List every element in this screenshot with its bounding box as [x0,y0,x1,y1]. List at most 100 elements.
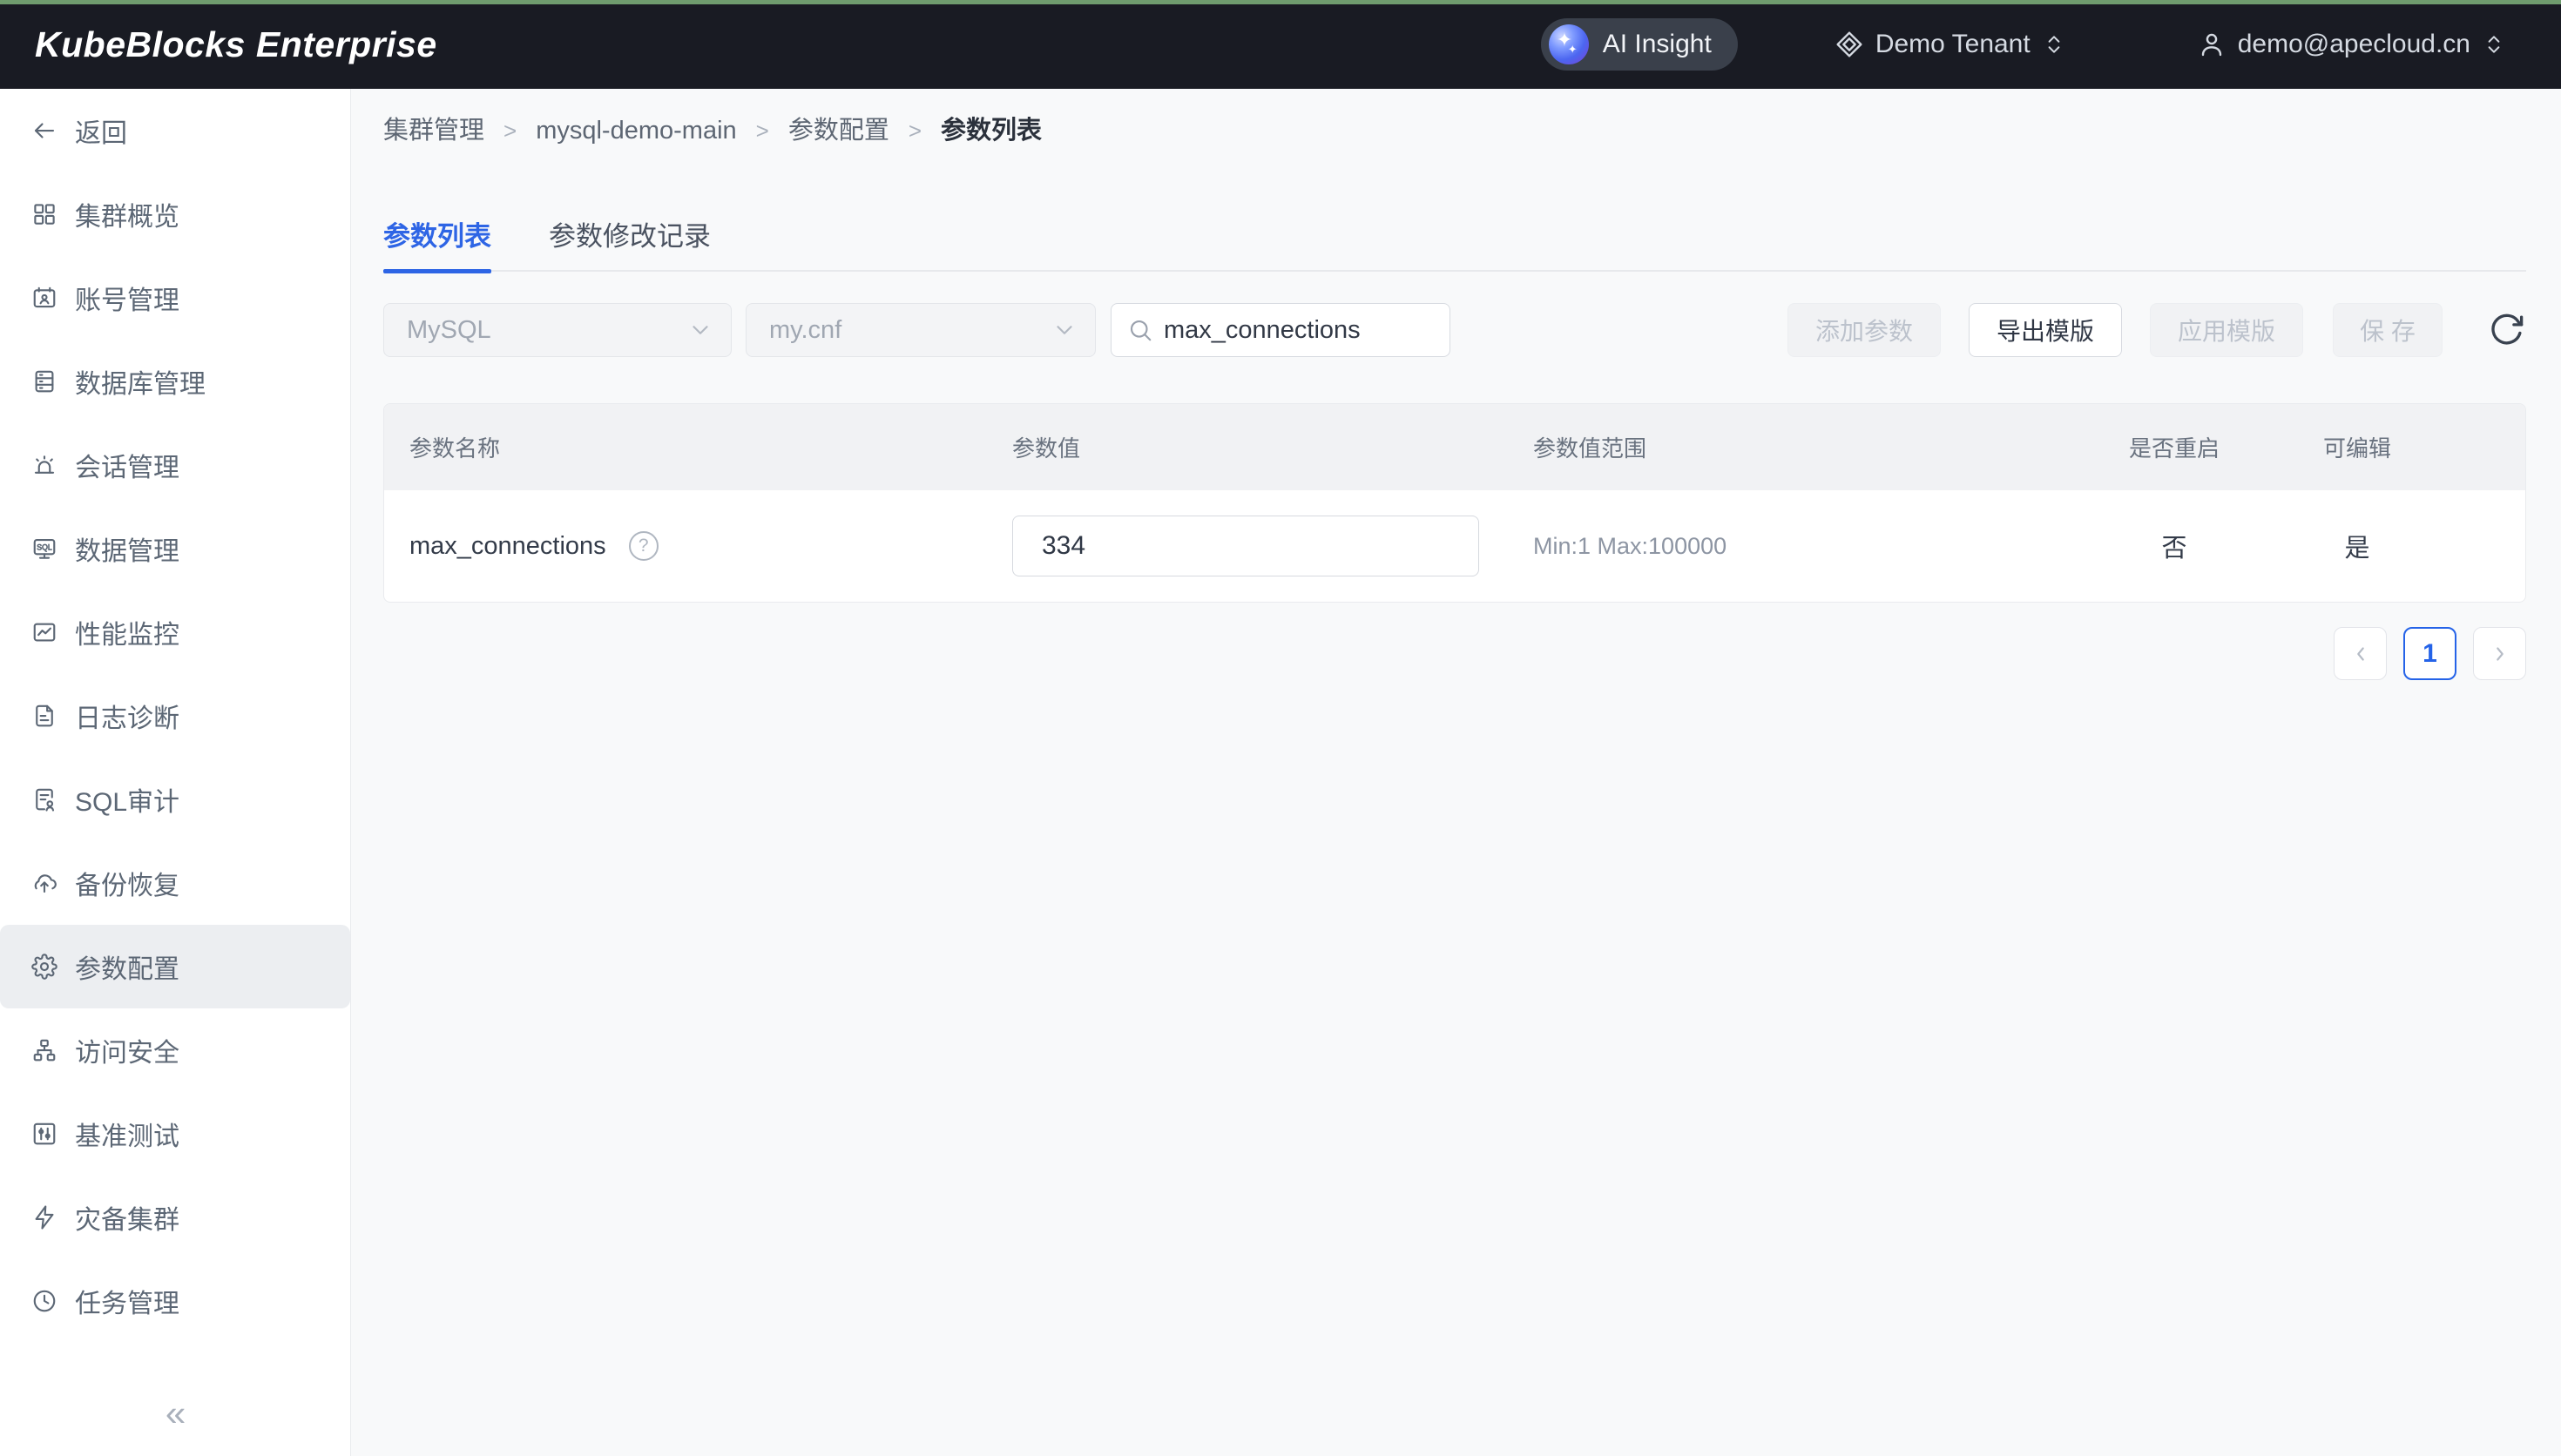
pagination: 1 [2317,627,2526,680]
sidebar-collapse-button[interactable]: « [0,1395,351,1432]
ai-globe-icon: ✦✦ [1549,24,1589,64]
refresh-icon [2489,312,2525,348]
parameter-value-input[interactable] [1012,516,1479,576]
sidebar-item-label: 基准测试 [75,1115,179,1153]
sidebar-item-label: 任务管理 [75,1282,179,1320]
sidebar-item-label: 日志诊断 [75,697,179,735]
sidebar-item-access-security[interactable]: 访问安全 [0,1008,350,1092]
config-file-select-value: my.cnf [769,316,1051,345]
sql-monitor-icon: SQL [31,536,57,562]
breadcrumb-separator: > [503,111,517,150]
sidebar-back-label: 返回 [75,111,127,150]
refresh-button[interactable] [2488,311,2526,349]
sidebar-item-label: 参数配置 [75,947,179,986]
alarm-icon [31,452,57,478]
gear-icon [31,954,57,980]
sliders-icon [31,1121,57,1147]
chevron-down-icon [1051,317,1078,343]
sidebar-item-parameter-config[interactable]: 参数配置 [0,925,350,1008]
grid-icon [31,201,57,227]
next-page-button[interactable] [2473,627,2526,680]
sidebar-item-task-mgmt[interactable]: 任务管理 [0,1259,350,1343]
table-header-row: 参数名称 参数值 参数值范围 是否重启 可编辑 [384,404,2525,490]
sidebar-item-cluster-overview[interactable]: 集群概览 [0,172,350,256]
sidebar-item-session-mgmt[interactable]: 会话管理 [0,423,350,507]
breadcrumb-parameter-list: 参数列表 [941,111,1042,150]
sidebar-item-backup-restore[interactable]: 备份恢复 [0,841,350,925]
sidebar-item-label: 数据管理 [75,529,179,568]
sidebar-item-performance-monitor[interactable]: 性能监控 [0,590,350,674]
tenant-diamond-icon [1835,30,1863,58]
sidebar-item-label: 访问安全 [75,1031,179,1069]
action-buttons: 添加参数 导出模版 应用模版 保 存 [1787,303,2526,357]
engine-select-value: MySQL [407,316,687,345]
export-template-button[interactable]: 导出模版 [1969,303,2122,357]
parameter-range: Min:1 Max:100000 [1533,533,1726,559]
chevron-up-down-icon [2483,31,2505,57]
apply-template-button[interactable]: 应用模版 [2150,303,2303,357]
tenant-switcher[interactable]: Demo Tenant [1835,30,2065,59]
sidebar-item-account-mgmt[interactable]: 账号管理 [0,256,350,340]
id-card-icon [31,285,57,311]
app-logo: KubeBlocks Enterprise [35,24,437,65]
sidebar-item-label: 性能监控 [75,613,179,651]
audit-doc-icon [31,786,57,812]
save-button[interactable]: 保 存 [2333,303,2443,357]
back-arrow-icon [31,118,57,144]
editable-value: 是 [2283,528,2431,564]
col-header-name: 参数名称 [384,431,994,463]
sidebar-item-database-mgmt[interactable]: 数据库管理 [0,340,350,423]
topbar: KubeBlocks Enterprise ✦✦ AI Insight Demo… [0,0,2561,89]
filter-toolbar: MySQL my.cnf 添加参数 导出模版 应用模版 保 存 [383,303,2526,357]
sidebar-back-button[interactable]: 返回 [0,89,350,172]
sidebar-item-benchmark[interactable]: 基准测试 [0,1092,350,1176]
sidebar-item-label: 数据库管理 [75,362,206,401]
col-header-editable: 可编辑 [2283,431,2431,463]
topbar-right: ✦✦ AI Insight Demo Tenant demo@apecloud.… [1541,18,2505,71]
lightning-icon [31,1204,57,1230]
parameter-table: 参数名称 参数值 参数值范围 是否重启 可编辑 max_connections … [383,403,2526,603]
prev-page-button[interactable] [2334,627,2387,680]
col-header-range: 参数值范围 [1517,431,2065,463]
col-header-value: 参数值 [994,431,1517,463]
sidebar-item-label: SQL审计 [75,780,179,819]
config-file-select[interactable]: my.cnf [746,303,1096,357]
breadcrumb-cluster-name[interactable]: mysql-demo-main [536,111,736,150]
chevron-left-icon [2349,643,2372,665]
tab-bar: 参数列表 参数修改记录 [383,209,2526,272]
parameter-name: max_connections [409,532,606,561]
user-menu[interactable]: demo@apecloud.cn [2198,30,2505,59]
breadcrumb-parameter-config[interactable]: 参数配置 [788,111,889,150]
sidebar-item-label: 集群概览 [75,195,179,233]
chevron-right-icon [2489,643,2511,665]
sidebar: 返回 集群概览 账号管理 数据库管理 会话管理 SQL 数据管理 [0,89,351,1456]
search-icon [1127,317,1153,343]
sitemap-icon [31,1037,57,1063]
user-email: demo@apecloud.cn [2238,30,2470,59]
chevron-up-down-icon [2043,31,2065,57]
sidebar-item-sql-audit[interactable]: SQL审计 [0,758,350,841]
chevron-down-icon [687,317,713,343]
sidebar-item-data-mgmt[interactable]: SQL 数据管理 [0,507,350,590]
breadcrumb: 集群管理 > mysql-demo-main > 参数配置 > 参数列表 [383,111,1042,150]
col-header-restart: 是否重启 [2065,431,2283,463]
main-content: 集群管理 > mysql-demo-main > 参数配置 > 参数列表 参数列… [351,89,2561,1456]
parameter-search-box [1111,303,1450,357]
user-icon [2198,30,2226,58]
sidebar-item-dr-cluster[interactable]: 灾备集群 [0,1176,350,1259]
engine-select[interactable]: MySQL [383,303,732,357]
top-green-strip [0,0,2561,4]
breadcrumb-cluster-mgmt[interactable]: 集群管理 [383,111,484,150]
parameter-search-input[interactable] [1164,316,1436,345]
sidebar-item-log-diagnosis[interactable]: 日志诊断 [0,674,350,758]
tab-parameter-history[interactable]: 参数修改记录 [549,209,711,272]
ai-insight-button[interactable]: ✦✦ AI Insight [1541,18,1738,71]
chart-icon [31,619,57,645]
tab-parameter-list[interactable]: 参数列表 [383,209,491,272]
breadcrumb-separator: > [909,111,922,150]
database-icon [31,368,57,394]
help-icon[interactable]: ? [629,531,659,561]
ai-insight-label: AI Insight [1603,30,1712,59]
page-1-button[interactable]: 1 [2403,627,2456,680]
add-parameter-button[interactable]: 添加参数 [1787,303,1941,357]
